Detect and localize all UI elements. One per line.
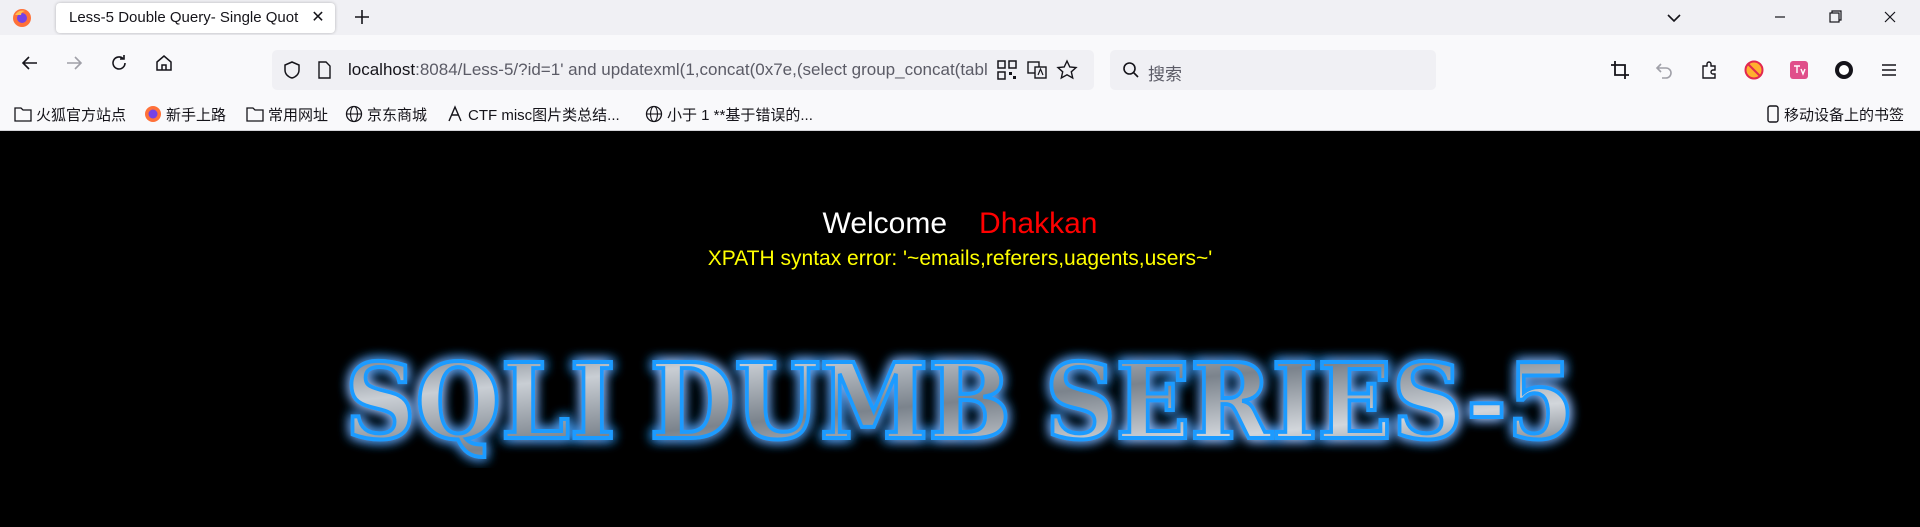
tab-strip: Less-5 Double Query- Single Quotes ✕ xyxy=(0,0,1920,35)
bookmark-item[interactable]: 京东商城 xyxy=(345,103,427,125)
mobile-bookmarks-label: 移动设备上的书签 xyxy=(1784,106,1905,124)
url-path: :8084/Less-5/?id=1' and updatexml(1,conc… xyxy=(415,60,988,79)
tab-list-chevron-icon[interactable] xyxy=(1662,6,1686,30)
welcome-text: Welcome xyxy=(822,207,948,240)
close-tab-icon[interactable]: ✕ xyxy=(307,7,329,29)
search-placeholder: 搜索 xyxy=(1148,65,1182,84)
qr-code-icon[interactable] xyxy=(996,59,1018,81)
close-window-icon[interactable] xyxy=(1867,2,1913,32)
tab-title: Less-5 Double Query- Single Quotes xyxy=(69,9,299,26)
folder-icon xyxy=(246,107,264,122)
record-extension-icon[interactable] xyxy=(1832,58,1856,82)
mobile-bookmarks-item[interactable]: 移动设备上的书签 xyxy=(1766,103,1904,125)
hamburger-menu-icon[interactable] xyxy=(1877,58,1901,82)
firefox-icon xyxy=(145,106,161,122)
globe-icon xyxy=(645,105,663,123)
bookmark-item[interactable]: 小于 1 **基于错误的... xyxy=(645,103,813,125)
bookmark-label: 小于 1 **基于错误的... xyxy=(667,106,813,124)
extensions-puzzle-icon[interactable] xyxy=(1697,58,1721,82)
welcome-line: Welcome Dhakkan xyxy=(0,207,1920,241)
page-content: Welcome Dhakkan XPATH syntax error: '~ema… xyxy=(0,131,1920,527)
bookmark-label: 新手上路 xyxy=(166,106,227,124)
blocked-extension-icon[interactable] xyxy=(1742,58,1766,82)
bookmark-label: 常用网址 xyxy=(268,106,329,124)
globe-icon xyxy=(345,105,363,123)
bookmark-label: 京东商城 xyxy=(367,106,428,124)
url-host: localhost xyxy=(348,60,416,79)
bookmark-item[interactable]: 常用网址 xyxy=(246,103,328,125)
banner-text: SQLI DUMB SERIES-5 xyxy=(345,340,1575,463)
bookmark-label: 火狐官方站点 xyxy=(36,106,127,124)
sqli-dumb-series-banner: SQLI DUMB SERIES-5 xyxy=(343,338,1577,465)
page-info-icon[interactable] xyxy=(314,60,334,84)
screenshot-crop-icon[interactable] xyxy=(1608,58,1632,82)
reload-icon[interactable] xyxy=(103,47,135,79)
tracking-protection-shield-icon[interactable] xyxy=(282,60,302,84)
bookmark-item[interactable]: CTF misc图片类总结... xyxy=(446,103,620,125)
bookmark-item[interactable]: 火狐官方站点 xyxy=(14,103,126,125)
active-tab[interactable]: Less-5 Double Query- Single Quotes ✕ xyxy=(56,3,335,33)
ctf-icon xyxy=(448,105,462,122)
bookmark-star-icon[interactable] xyxy=(1056,59,1078,81)
back-arrow-icon[interactable] xyxy=(14,47,46,79)
sql-error-message: XPATH syntax error: '~emails,referers,ua… xyxy=(707,247,1213,270)
url-text[interactable]: localhost:8084/Less-5/?id=1' and updatex… xyxy=(348,60,988,80)
username-text: Dhakkan xyxy=(979,207,1098,240)
mobile-device-icon xyxy=(1767,105,1779,123)
firefox-menu-icon[interactable] xyxy=(12,8,32,28)
bookmarks-toolbar: 火狐官方站点 新手上路 常用网址 京东商城 CTF misc图片类总结... 小… xyxy=(0,98,1920,131)
folder-icon xyxy=(14,107,32,122)
forward-arrow-icon[interactable] xyxy=(58,47,90,79)
restore-window-icon[interactable] xyxy=(1812,2,1858,32)
search-bar[interactable]: 搜索 xyxy=(1110,50,1436,90)
undo-icon[interactable] xyxy=(1652,58,1676,82)
search-icon xyxy=(1122,61,1140,83)
home-icon[interactable] xyxy=(148,47,180,79)
url-bar[interactable]: localhost:8084/Less-5/?id=1' and updatex… xyxy=(272,50,1094,90)
bookmark-item[interactable]: 新手上路 xyxy=(144,103,226,125)
translator-extension-icon[interactable] xyxy=(1787,58,1811,82)
new-tab-icon[interactable] xyxy=(350,5,374,29)
translate-icon[interactable] xyxy=(1026,59,1048,81)
bookmark-label: CTF misc图片类总结... xyxy=(468,106,620,124)
minimize-window-icon[interactable] xyxy=(1757,2,1803,32)
